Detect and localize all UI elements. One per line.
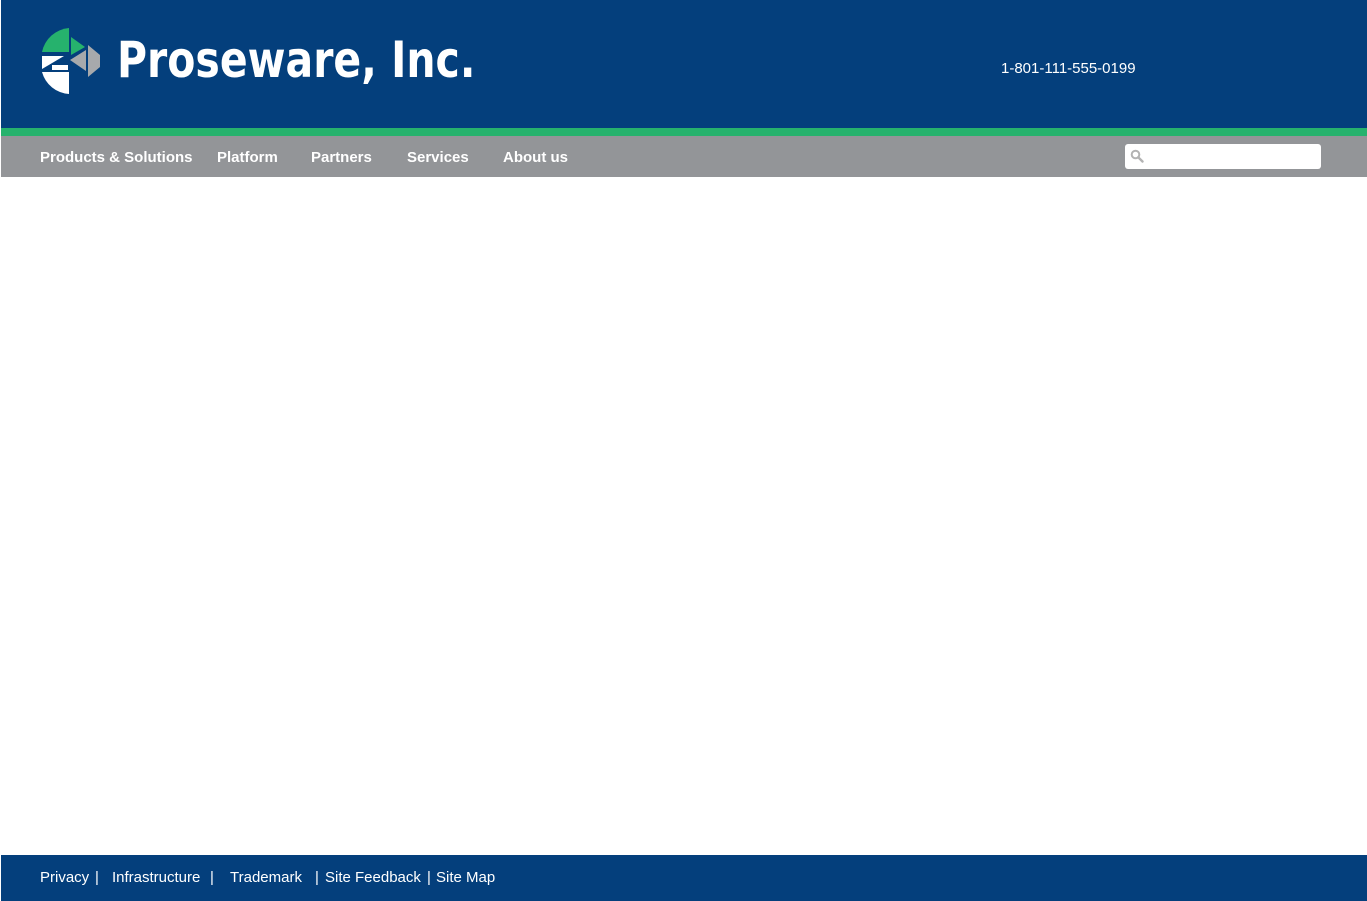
nav-item-products-solutions[interactable]: Products & Solutions [40,136,193,177]
nav-item-about-us[interactable]: About us [503,136,568,177]
footer-link-site-feedback[interactable]: Site Feedback [325,868,421,888]
footer-link-privacy[interactable]: Privacy [40,868,89,888]
footer-link-infrastructure[interactable]: Infrastructure [112,868,200,888]
nav-item-platform[interactable]: Platform [217,136,278,177]
footer-separator: | [95,869,99,886]
nav-item-partners[interactable]: Partners [311,136,372,177]
footer-separator: | [210,869,214,886]
footer-link-site-map[interactable]: Site Map [436,868,495,888]
proseware-logo-icon[interactable] [40,27,104,95]
footer-separator: | [427,869,431,886]
site-footer: Privacy | Infrastructure | Trademark | S… [1,855,1367,901]
site-header: Proseware, Inc. 1-801-111-555-0199 [1,0,1367,128]
footer-link-trademark[interactable]: Trademark [230,868,302,888]
main-navigation: Products & Solutions Platform Partners S… [1,136,1367,177]
accent-stripe [1,128,1367,136]
brand-name[interactable]: Proseware, Inc. [117,28,475,92]
search-icon[interactable] [1130,149,1144,163]
nav-item-services[interactable]: Services [407,136,469,177]
search-box[interactable] [1125,144,1321,169]
search-input[interactable] [1147,146,1315,166]
phone-number: 1-801-111-555-0199 [1001,60,1136,77]
footer-separator: | [315,869,319,886]
